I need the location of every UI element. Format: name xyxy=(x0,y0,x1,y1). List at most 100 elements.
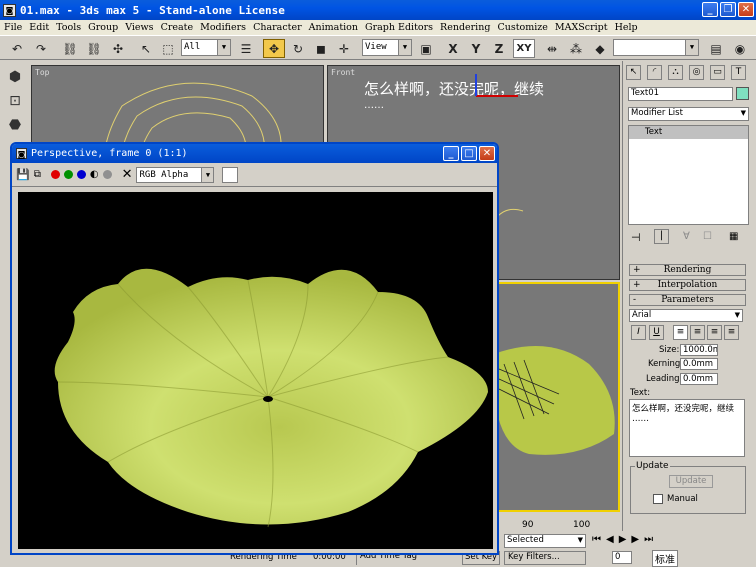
align-center-icon[interactable]: ≡ xyxy=(690,325,705,340)
channel-dropdown[interactable]: RGB Alpha ▼ xyxy=(136,166,215,183)
modify-tab-icon[interactable]: ◜ xyxy=(647,65,662,80)
material-editor-icon[interactable]: ◉ xyxy=(730,39,750,58)
selection-filter-dropdown[interactable]: All ▼ xyxy=(181,39,231,56)
redo-icon[interactable]: ↷ xyxy=(30,39,52,58)
menu-edit[interactable]: Edit xyxy=(29,22,49,33)
restrict-z-button[interactable]: Z xyxy=(490,39,508,58)
leading-field[interactable]: 0.0mm xyxy=(680,373,718,385)
align-left-icon[interactable]: ≡ xyxy=(673,325,688,340)
select-link-icon[interactable]: ⛓ xyxy=(60,39,80,58)
green-channel-icon[interactable] xyxy=(63,170,73,179)
select-by-name-icon[interactable]: ☰ xyxy=(236,39,256,58)
hierarchy-tab-icon[interactable]: ⛬ xyxy=(668,65,683,80)
goto-start-icon[interactable]: ⏮ xyxy=(592,534,601,545)
key-mode-dropdown[interactable]: Selected ▼ xyxy=(504,534,586,548)
restore-button[interactable]: ❐ xyxy=(720,2,736,17)
array-icon[interactable]: ⁂ xyxy=(566,39,586,58)
minimize-button[interactable]: _ xyxy=(702,2,718,17)
restrict-xy-button[interactable]: XY xyxy=(513,39,535,58)
prev-frame-icon[interactable]: ◀ xyxy=(606,534,614,545)
select-rotate-icon[interactable]: ↻ xyxy=(288,39,308,58)
rollout-interpolation[interactable]: + Interpolation xyxy=(629,279,746,291)
restrict-x-button[interactable]: X xyxy=(444,39,462,58)
unlink-icon[interactable]: ⛓ xyxy=(84,39,104,58)
clone-window-icon[interactable]: ⧉ xyxy=(34,169,41,180)
configure-modifier-sets-icon[interactable]: ▦ xyxy=(729,231,738,242)
align-justify-icon[interactable]: ≡ xyxy=(724,325,739,340)
motion-tab-icon[interactable]: ◎ xyxy=(689,65,704,80)
select-object-icon[interactable]: ↖ xyxy=(137,39,155,58)
kerning-field[interactable]: 0.0mm xyxy=(680,358,718,370)
pixel-color-swatch[interactable] xyxy=(222,166,239,183)
update-button[interactable]: Update xyxy=(669,475,713,488)
menu-file[interactable]: File xyxy=(4,22,22,33)
menu-tools[interactable]: Tools xyxy=(56,22,81,33)
select-helper-icon[interactable]: ⊡ xyxy=(5,93,25,113)
align-icon[interactable]: ◆ xyxy=(590,39,610,58)
alpha-channel-icon[interactable] xyxy=(102,170,112,179)
clear-icon[interactable]: ✕ xyxy=(122,167,133,182)
next-frame-icon[interactable]: ▶ xyxy=(631,534,639,545)
rollout-rendering[interactable]: + Rendering xyxy=(629,264,746,276)
menu-modifiers[interactable]: Modifiers xyxy=(200,22,246,33)
menu-maxscript[interactable]: MAXScript xyxy=(555,22,608,33)
app-titlebar[interactable]: ◙ 01.max - 3ds max 5 - Stand-alone Licen… xyxy=(0,0,756,20)
menu-views[interactable]: Views xyxy=(125,22,153,33)
display-tab-icon[interactable]: ▭ xyxy=(710,65,725,80)
blue-channel-icon[interactable] xyxy=(76,170,86,179)
menu-animation[interactable]: Animation xyxy=(309,22,358,33)
goto-end-icon[interactable]: ⏭ xyxy=(644,534,653,545)
menu-graph-editors[interactable]: Graph Editors xyxy=(365,22,433,33)
create-box-icon[interactable]: ⬢ xyxy=(5,69,25,89)
max-app-icon[interactable]: ◙ xyxy=(3,3,16,17)
select-scale-icon[interactable]: ◼ xyxy=(311,39,331,58)
modifier-stack-item[interactable]: Text xyxy=(629,126,748,139)
underline-button[interactable]: U xyxy=(649,325,664,340)
render-maximize-button[interactable]: □ xyxy=(461,146,477,161)
key-filters-button[interactable]: Key Filters... xyxy=(504,551,586,565)
menu-help[interactable]: Help xyxy=(615,22,638,33)
curve-editor-icon[interactable]: ▤ xyxy=(706,39,726,58)
reference-coordinate-dropdown[interactable]: View ▼ xyxy=(362,39,412,56)
select-manipulate-icon[interactable]: ✛ xyxy=(334,39,354,58)
save-bitmap-icon[interactable]: 💾 xyxy=(16,168,30,181)
render-window-titlebar[interactable]: ◙ Perspective, frame 0 (1:1) _ □ ✕ xyxy=(12,144,497,163)
modifier-stack: Text xyxy=(628,125,749,225)
rollout-parameters[interactable]: - Parameters xyxy=(629,294,746,306)
region-select-icon[interactable]: ⬚ xyxy=(158,39,178,58)
utilities-tab-icon[interactable]: T xyxy=(731,65,746,80)
bind-spacewarp-icon[interactable]: ✣ xyxy=(108,39,128,58)
ime-indicator[interactable]: 标准 xyxy=(652,550,678,567)
manual-checkbox[interactable] xyxy=(653,494,663,504)
align-right-icon[interactable]: ≡ xyxy=(707,325,722,340)
shape-icon[interactable]: ⬣ xyxy=(5,117,25,137)
font-dropdown[interactable]: Arial ▼ xyxy=(629,309,743,322)
undo-icon[interactable]: ↶ xyxy=(6,39,28,58)
text-input-area[interactable]: 怎么样啊，还没完呢，继续 …… xyxy=(629,399,745,457)
close-button[interactable]: ✕ xyxy=(738,2,754,17)
create-tab-icon[interactable]: ↖ xyxy=(626,65,641,80)
object-color-swatch[interactable] xyxy=(736,87,749,100)
named-selection-dropdown[interactable]: ▼ xyxy=(613,39,699,56)
menu-character[interactable]: Character xyxy=(253,22,302,33)
mono-icon[interactable]: ◐ xyxy=(90,169,99,180)
mirror-icon[interactable]: ⇹ xyxy=(542,39,562,58)
red-channel-icon[interactable] xyxy=(50,170,60,179)
italic-button[interactable]: I xyxy=(631,325,646,340)
menu-create[interactable]: Create xyxy=(161,22,194,33)
show-end-result-icon[interactable]: | xyxy=(654,229,669,244)
object-name-field[interactable]: Text01 xyxy=(628,87,733,101)
restrict-y-button[interactable]: Y xyxy=(467,39,485,58)
menu-group[interactable]: Group xyxy=(88,22,118,33)
pivot-center-icon[interactable]: ▣ xyxy=(416,39,436,58)
play-icon[interactable]: ▶ xyxy=(619,534,627,545)
render-minimize-button[interactable]: _ xyxy=(443,146,459,161)
current-frame-field[interactable]: 0 xyxy=(612,551,632,564)
menu-rendering[interactable]: Rendering xyxy=(440,22,490,33)
pin-stack-icon[interactable]: ⊣ xyxy=(631,231,641,244)
size-field[interactable]: 1000.0m xyxy=(680,344,718,356)
modifier-list-dropdown[interactable]: Modifier List ▼ xyxy=(628,107,749,121)
select-move-icon[interactable]: ✥ xyxy=(263,39,285,58)
render-close-button[interactable]: ✕ xyxy=(479,146,495,161)
menu-customize[interactable]: Customize xyxy=(497,22,547,33)
